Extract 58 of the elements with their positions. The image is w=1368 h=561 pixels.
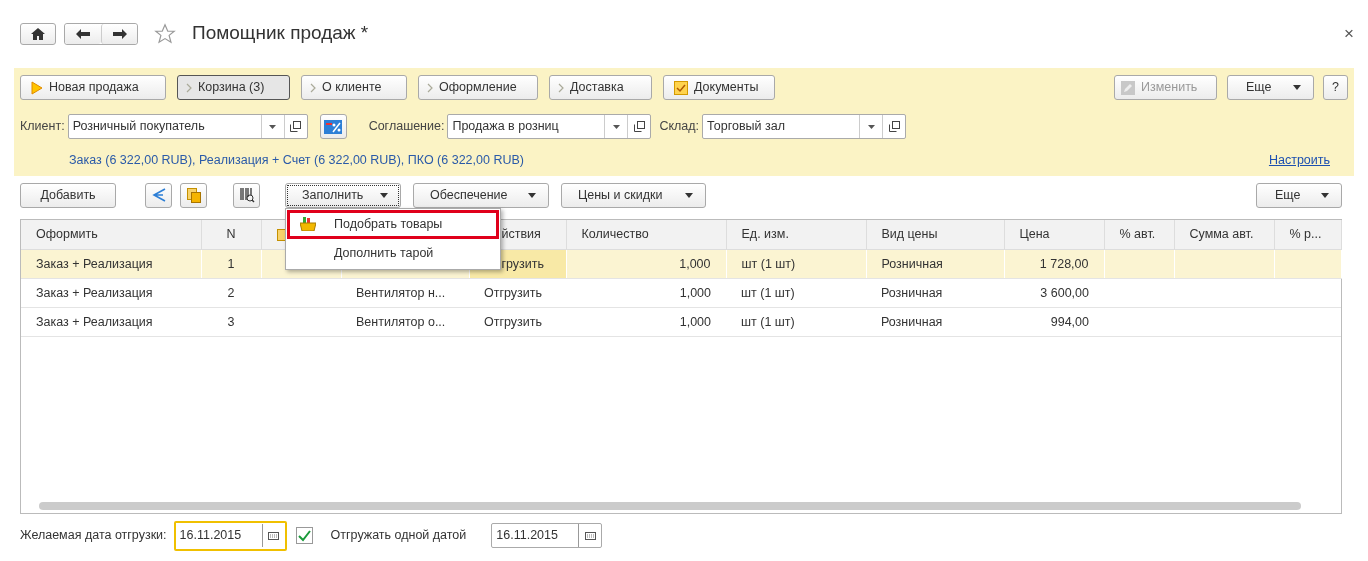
step-button[interactable]: Документы (663, 75, 775, 100)
toolbar-button[interactable]: Добавить (20, 182, 116, 208)
settings-link[interactable]: Настроить (1268, 151, 1330, 170)
more-button[interactable]: Еще (1256, 182, 1342, 208)
table-cell: 1,000 (679, 314, 711, 329)
table-cell: Отгрузить (484, 285, 543, 300)
column-header[interactable]: Оформить (36, 227, 98, 242)
help-button[interactable]: ? (1323, 75, 1348, 100)
table-cell: 3 600,00 (1040, 285, 1089, 300)
date-field[interactable]: 16.11.2015 (491, 523, 603, 549)
checkbox-label: Отгружать одной датой (330, 527, 467, 545)
table-cell: Заказ + Реализация (36, 314, 153, 329)
column-header[interactable]: Ед. изм. (741, 227, 789, 242)
close-button[interactable]: × (1344, 20, 1354, 47)
toolbar-button[interactable]: Цены и скидки (561, 182, 706, 208)
column-header[interactable]: Цена (1019, 227, 1050, 242)
column-header[interactable]: Вид цены (881, 227, 938, 242)
toolbar-button[interactable]: Заполнить (285, 182, 401, 208)
window-title: Помощник продаж * (192, 21, 369, 46)
table-cell: 1,000 (679, 256, 711, 271)
field-label: Клиент: (20, 118, 65, 136)
table-cell: 1,000 (679, 285, 711, 300)
table-cell: Заказ + Реализация (36, 256, 153, 271)
menu-item[interactable]: Дополнить тарой (287, 238, 499, 268)
table-cell: Вентилятор о... (356, 314, 446, 329)
table-cell: 1 728,00 (1039, 256, 1089, 271)
toolbar-button[interactable]: Обеспечение (413, 182, 549, 208)
table-cell: Розничная (881, 256, 943, 271)
column-header[interactable]: йствия (501, 227, 541, 242)
table-cell: шт (1 шт) (741, 256, 796, 271)
select-field[interactable]: Розничный покупатель (67, 114, 308, 139)
table-cell: Вентилятор н... (356, 285, 446, 300)
field-label: Соглашение: (368, 118, 445, 136)
column-header[interactable]: N (226, 227, 236, 242)
table-cell: грузить (501, 256, 545, 271)
select-field[interactable]: Продажа в розниц (447, 114, 652, 139)
menu-item[interactable]: Подобрать товары (287, 209, 499, 239)
table-cell: Розничная (881, 314, 943, 329)
table-cell: 2 (227, 285, 235, 300)
table-cell: Розничная (881, 285, 943, 300)
select-field[interactable]: Торговый зал (702, 114, 907, 139)
field-label: Желаемая дата отгрузки: (20, 527, 167, 545)
table-cell: 1 (227, 256, 235, 271)
step-button[interactable]: Новая продажа (20, 75, 166, 100)
table-cell: Заказ + Реализация (36, 285, 153, 300)
step-button[interactable]: Доставка (549, 75, 652, 100)
step-button[interactable]: Корзина (3) (177, 75, 290, 100)
table-cell: 994,00 (1050, 314, 1089, 329)
table-cell: Отгрузить (484, 314, 543, 329)
step-button[interactable]: Оформление (418, 75, 538, 100)
more-button[interactable]: Еще (1227, 75, 1314, 100)
step-button[interactable]: О клиенте (301, 75, 407, 100)
table-cell: 3 (227, 314, 235, 329)
table-cell: шт (1 шт) (741, 285, 795, 300)
date-field[interactable]: 16.11.2015 (173, 520, 287, 551)
documents-summary-link[interactable]: Заказ (6 322,00 RUB), Реализация + Счет (6 322,00 RUB), ПКО (6 322,00 RUB) (69, 151, 524, 170)
field-label: Склад: (659, 118, 700, 136)
table-cell: шт (1 шт) (741, 314, 795, 329)
